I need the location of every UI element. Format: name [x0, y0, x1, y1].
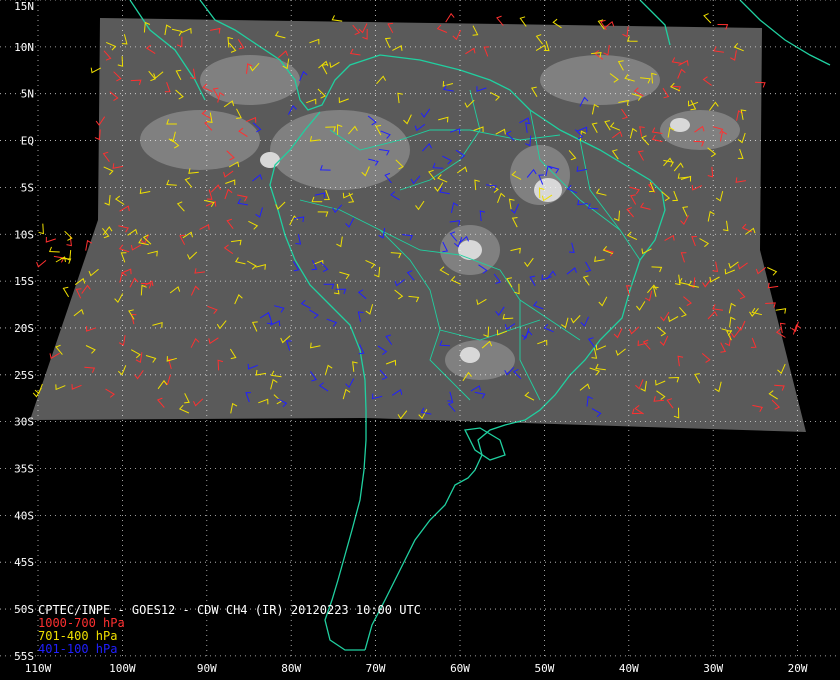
lat-label: 55S	[14, 650, 34, 663]
lon-label: 80W	[281, 662, 301, 675]
lat-label: 45S	[14, 556, 34, 569]
lon-label: 110W	[25, 662, 52, 675]
lon-label: 50W	[534, 662, 554, 675]
lon-label: 90W	[197, 662, 217, 675]
lat-label: 5N	[21, 88, 34, 101]
satellite-imagery	[30, 18, 806, 432]
lat-label: 50S	[14, 603, 34, 616]
lat-label: 40S	[14, 509, 34, 522]
lat-label: 5S	[21, 181, 34, 194]
lat-label: 20S	[14, 322, 34, 335]
lat-label: 15N	[14, 0, 34, 13]
lat-label: EQ	[21, 135, 34, 148]
legend-item-high: 401-100 hPa	[38, 642, 118, 656]
lon-label: 30W	[703, 662, 723, 675]
lon-label: 20W	[788, 662, 808, 675]
lat-label: 25S	[14, 369, 34, 382]
satellite-wind-map: 15N 10N 5N EQ 5S 10S 15S 20S 25S 30S 35S 40S 45S 50S 5…	[0, 0, 840, 680]
lon-label: 60W	[450, 662, 470, 675]
lon-label: 100W	[109, 662, 136, 675]
lon-label: 40W	[619, 662, 639, 675]
lon-label: 70W	[366, 662, 386, 675]
lat-label: 30S	[14, 416, 34, 429]
lat-label: 15S	[14, 275, 34, 288]
lat-label: 10S	[14, 228, 34, 241]
lat-label: 35S	[14, 463, 34, 476]
lat-label: 10N	[14, 41, 34, 54]
